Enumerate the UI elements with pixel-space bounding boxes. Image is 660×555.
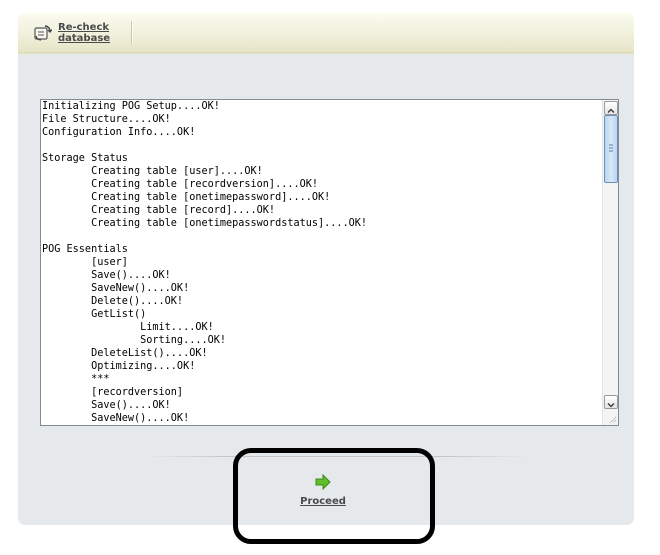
footer-separator bbox=[146, 456, 526, 457]
scroll-down-button[interactable] bbox=[604, 395, 618, 409]
toolbar: Re-check database bbox=[18, 13, 634, 53]
arrow-right-icon bbox=[315, 473, 331, 491]
recheck-database-label: Re-check database bbox=[58, 22, 111, 44]
setup-log-textarea[interactable]: Initializing POG Setup....OK! File Struc… bbox=[40, 99, 619, 426]
toolbar-divider bbox=[131, 21, 133, 45]
refresh-database-icon bbox=[34, 25, 52, 41]
proceed-label: Proceed bbox=[300, 496, 346, 507]
grip-lines-icon bbox=[609, 144, 613, 152]
chevron-down-icon bbox=[607, 403, 615, 408]
scroll-up-button[interactable] bbox=[604, 101, 618, 115]
setup-panel: Re-check database Initializing POG Setup… bbox=[18, 13, 634, 525]
proceed-button[interactable]: Proceed bbox=[288, 471, 358, 513]
toolbar-shadow bbox=[18, 52, 634, 55]
resize-grip-icon[interactable] bbox=[605, 412, 617, 424]
setup-log-text: Initializing POG Setup....OK! File Struc… bbox=[42, 101, 368, 424]
log-scrollbar[interactable] bbox=[602, 100, 618, 425]
recheck-database-button[interactable]: Re-check database bbox=[32, 21, 128, 47]
scroll-thumb[interactable] bbox=[604, 115, 618, 183]
